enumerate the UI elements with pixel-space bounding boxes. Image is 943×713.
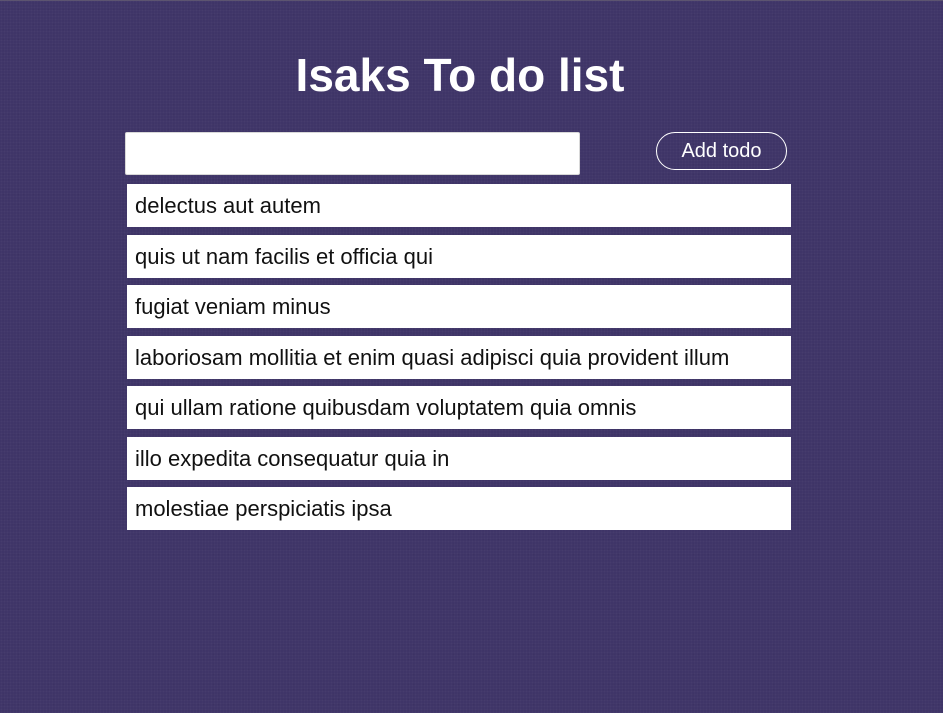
todo-item[interactable]: fugiat veniam minus [127,285,791,328]
todo-item[interactable]: qui ullam ratione quibusdam voluptatem q… [127,386,791,429]
todo-item[interactable]: illo expedita consequatur quia in [127,436,791,480]
todo-list: delectus aut autem quis ut nam facilis e… [127,184,791,538]
page-title: Isaks To do list [295,49,625,101]
todo-item[interactable]: molestiae perspiciatis ipsa [127,487,791,530]
add-todo-button[interactable]: Add todo [656,132,787,170]
top-divider [0,0,943,1]
todo-item[interactable]: laboriosam mollitia et enim quasi adipis… [127,335,791,379]
todo-item[interactable]: delectus aut autem [127,184,791,227]
todo-input[interactable] [125,132,580,175]
todo-item[interactable]: quis ut nam facilis et officia qui [127,234,791,278]
